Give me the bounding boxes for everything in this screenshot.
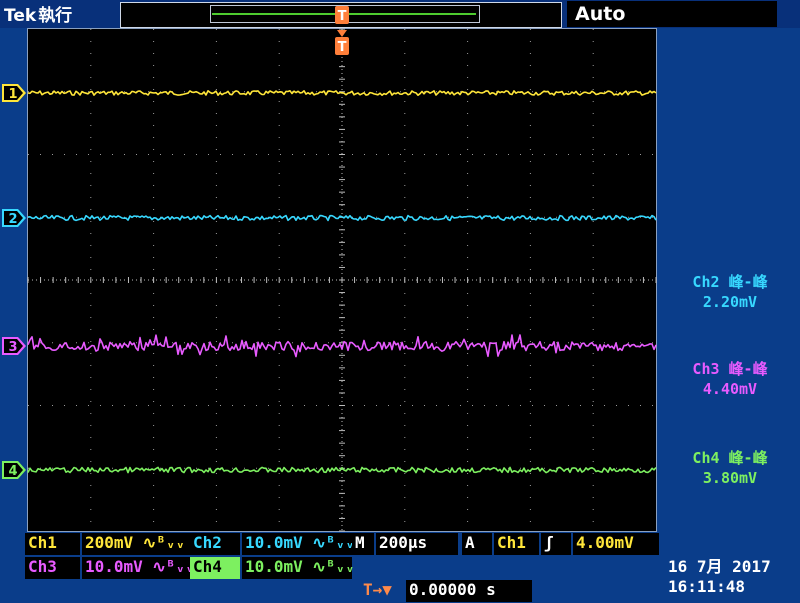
datetime: 16 7月 2017 16:11:48 (668, 557, 798, 597)
svg-text:T: T (338, 9, 347, 24)
ch2-scale: 10.0mV ∿ᴮᵥᵥ (242, 533, 355, 555)
measurement-ch4-title: Ch4 峰-峰 (692, 449, 768, 467)
ch3-scale: 10.0mV ∿ᴮᵥᵥ (82, 557, 195, 579)
ch2-label: Ch2 (190, 533, 240, 555)
channel-2-marker[interactable]: 2 (2, 209, 26, 227)
measurement-ch3-value: 4.40mV (702, 380, 758, 398)
measurement-ch2-title: Ch2 峰-峰 (692, 273, 768, 291)
measurement-ch4: Ch4 峰-峰 3.80mV (662, 448, 798, 488)
svg-text:T: T (338, 40, 347, 55)
svg-text:3: 3 (8, 340, 17, 355)
ch1-label: Ch1 (25, 533, 80, 555)
trigger-level: 4.00mV (573, 533, 659, 555)
channel-3-marker[interactable]: 3 (2, 337, 26, 355)
trigger-markers: TT (335, 6, 349, 55)
time-label: 16:11:48 (668, 577, 746, 596)
measurement-ch4-value: 3.80mV (702, 469, 758, 487)
svg-text:2: 2 (8, 212, 17, 227)
timebase-label: M (352, 533, 374, 555)
horizontal-position: 0.00000 s (406, 580, 532, 602)
ch4-label: Ch4 (190, 557, 240, 579)
measurement-ch3-title: Ch3 峰-峰 (692, 360, 768, 378)
horizontal-position-icon: T→▼ (360, 580, 404, 602)
measurement-ch2: Ch2 峰-峰 2.20mV (662, 272, 798, 312)
svg-text:1: 1 (8, 87, 17, 102)
trigger-slope-icon: ʃ (541, 533, 571, 555)
svg-text:4: 4 (8, 464, 17, 479)
timebase-value: 200µs (376, 533, 458, 555)
ch4-scale: 10.0mV ∿ᴮᵥᵥ (242, 557, 355, 579)
trigger-position-marker: T (335, 6, 349, 24)
trigger-source: Ch1 (494, 533, 539, 555)
channel-4-marker[interactable]: 4 (2, 461, 26, 479)
channel-1-marker[interactable]: 1 (2, 84, 26, 102)
ch1-scale: 200mV ∿ᴮᵥᵥ (82, 533, 190, 555)
graticule (27, 28, 657, 532)
channel-markers: 1 2 3 4 (2, 84, 26, 479)
measurement-ch2-value: 2.20mV (702, 293, 758, 311)
date-label: 16 7月 2017 (668, 557, 771, 576)
oscilloscope-screen: Tek 執行 Auto TT 1234 Ch2 峰-峰 2.20mV Ch3 峰-… (0, 0, 800, 603)
ch3-label: Ch3 (25, 557, 80, 579)
trigger-label: A (462, 533, 492, 555)
trigger-point-marker: T (335, 30, 349, 55)
measurement-ch3: Ch3 峰-峰 4.40mV (662, 359, 798, 399)
